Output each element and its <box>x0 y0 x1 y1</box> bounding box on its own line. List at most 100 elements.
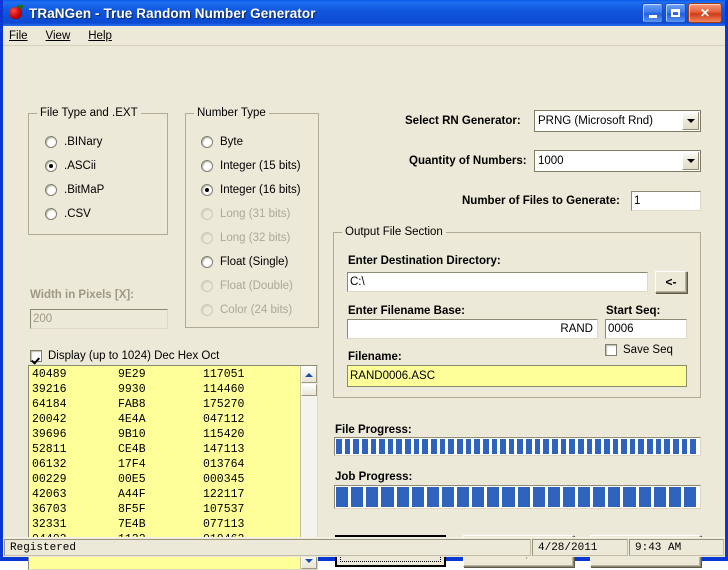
progress-segment <box>366 487 379 507</box>
list-cell-hex: A44F <box>118 488 146 501</box>
menu-item-view[interactable]: View <box>46 30 71 42</box>
list-item[interactable]: 00229 00E5 000345 <box>32 472 300 487</box>
list-item[interactable]: 52811 CE4B 147113 <box>32 442 300 457</box>
progress-segment <box>608 487 621 507</box>
radio-binary[interactable]: .BINary <box>45 136 102 148</box>
list-item[interactable]: 64184 FAB8 175270 <box>32 397 300 412</box>
radio-ascii[interactable]: .ASCii <box>45 160 96 172</box>
radio-label: .CSV <box>64 208 91 220</box>
list-item[interactable]: 20042 4E4A 047112 <box>32 412 300 427</box>
scroll-up-icon[interactable] <box>301 366 317 383</box>
filename-base-input[interactable]: RAND <box>347 319 598 339</box>
progress-segment <box>396 487 409 507</box>
progress-segment <box>629 439 636 454</box>
application-window: TRaNGen - True Random Number Generator ✕… <box>0 0 728 570</box>
width-pixels-label: Width in Pixels [X]: <box>30 289 135 301</box>
progress-segment <box>638 439 645 454</box>
radio-integer-15[interactable]: Integer (15 bits) <box>201 160 301 172</box>
list-cell-oct: 000345 <box>203 473 245 486</box>
radio-label: Byte <box>220 136 244 148</box>
rn-generator-label: Select RN Generator: <box>405 115 521 127</box>
status-date: 4/28/2011 <box>532 539 628 556</box>
filename-base-label: Enter Filename Base: <box>348 305 465 317</box>
radio-label: .BitMaP <box>64 184 105 196</box>
radio-integer-16[interactable]: Integer (16 bits) <box>201 184 301 196</box>
filename-label: Filename: <box>348 351 402 363</box>
job-progress-bar <box>334 485 701 509</box>
list-cell-hex: CE4B <box>118 443 146 456</box>
list-item[interactable]: 36703 8F5F 107537 <box>32 502 300 517</box>
list-item[interactable]: 39216 9930 114460 <box>32 382 300 397</box>
menu-item-help[interactable]: Help <box>88 30 112 42</box>
radio-csv[interactable]: .CSV <box>45 208 91 220</box>
list-cell-hex: FAB8 <box>118 398 146 411</box>
radio-icon <box>45 160 57 172</box>
progress-segment <box>586 439 593 454</box>
dest-dir-label: Enter Destination Directory: <box>348 255 501 267</box>
quantity-value: 1000 <box>538 155 564 167</box>
width-pixels-input[interactable]: 200 <box>30 309 168 329</box>
list-cell-dec: 42063 <box>32 488 67 501</box>
list-cell-hex: 17F4 <box>118 458 146 471</box>
list-item[interactable]: 42063 A44F 122117 <box>32 487 300 502</box>
list-cell-hex: 9930 <box>118 383 146 396</box>
rn-generator-select[interactable]: PRNG (Microsoft Rnd) <box>534 110 701 132</box>
list-cell-hex: 4E4A <box>118 413 146 426</box>
save-seq-checkbox[interactable]: Save Seq <box>605 344 673 356</box>
raspberry-icon <box>8 5 24 21</box>
list-item[interactable]: 32331 7E4B 077113 <box>32 517 300 532</box>
progress-segment <box>612 439 619 454</box>
rn-generator-value: PRNG (Microsoft Rnd) <box>538 115 654 127</box>
maximize-icon[interactable] <box>665 3 686 23</box>
radio-byte[interactable]: Byte <box>201 136 243 148</box>
menu-bar: File View Help <box>3 26 725 46</box>
quantity-select[interactable]: 1000 <box>534 150 701 172</box>
quantity-label: Quantity of Numbers: <box>409 155 527 167</box>
progress-segment <box>534 439 541 454</box>
radio-long-32: Long (32 bits) <box>201 232 290 244</box>
list-cell-oct: 147113 <box>203 443 245 456</box>
radio-icon <box>45 136 57 148</box>
progress-segment <box>431 439 437 454</box>
chevron-down-icon[interactable] <box>682 112 699 130</box>
num-files-input[interactable]: 1 <box>631 191 701 211</box>
display-checkbox[interactable]: Display (up to 1024) Dec Hex Oct <box>30 350 219 362</box>
progress-segment <box>532 487 545 507</box>
file-progress-bar <box>334 437 701 456</box>
radio-icon <box>45 184 57 196</box>
close-icon[interactable]: ✕ <box>688 3 722 23</box>
radio-bitmap[interactable]: .BitMaP <box>45 184 104 196</box>
list-cell-oct: 122117 <box>203 488 245 501</box>
progress-segment <box>547 487 560 507</box>
progress-segment <box>336 487 349 507</box>
radio-icon <box>201 208 213 220</box>
progress-segment <box>517 487 530 507</box>
progress-segment <box>578 487 591 507</box>
progress-segment <box>621 439 627 454</box>
start-seq-input[interactable]: 0006 <box>605 319 687 339</box>
file-progress-label: File Progress: <box>335 424 412 436</box>
menu-item-file[interactable]: File <box>9 30 28 42</box>
progress-segment <box>387 439 394 454</box>
minimize-icon[interactable] <box>642 3 663 23</box>
list-item[interactable]: 06132 17F4 013764 <box>32 457 300 472</box>
radio-icon <box>201 184 213 196</box>
dest-dir-input[interactable]: C:\ <box>347 272 648 292</box>
browse-back-button[interactable]: <- <box>655 271 687 293</box>
window-controls: ✕ <box>642 3 722 23</box>
progress-segment <box>344 439 351 454</box>
list-item[interactable]: 39696 9B10 115420 <box>32 427 300 442</box>
chevron-down-icon[interactable] <box>682 152 699 170</box>
progress-segment <box>552 439 558 454</box>
radio-label: Integer (16 bits) <box>220 184 301 196</box>
progress-segment <box>353 439 359 454</box>
radio-label: Long (32 bits) <box>220 232 291 244</box>
list-cell-hex: 8F5F <box>118 503 146 516</box>
radio-float-single[interactable]: Float (Single) <box>201 256 288 268</box>
list-item[interactable]: 40489 9E29 117051 <box>32 367 300 382</box>
scrollbar-thumb[interactable] <box>301 384 317 396</box>
radio-long-31: Long (31 bits) <box>201 208 290 220</box>
progress-segment <box>381 487 394 507</box>
progress-segment <box>517 439 524 454</box>
progress-segment <box>508 439 515 454</box>
